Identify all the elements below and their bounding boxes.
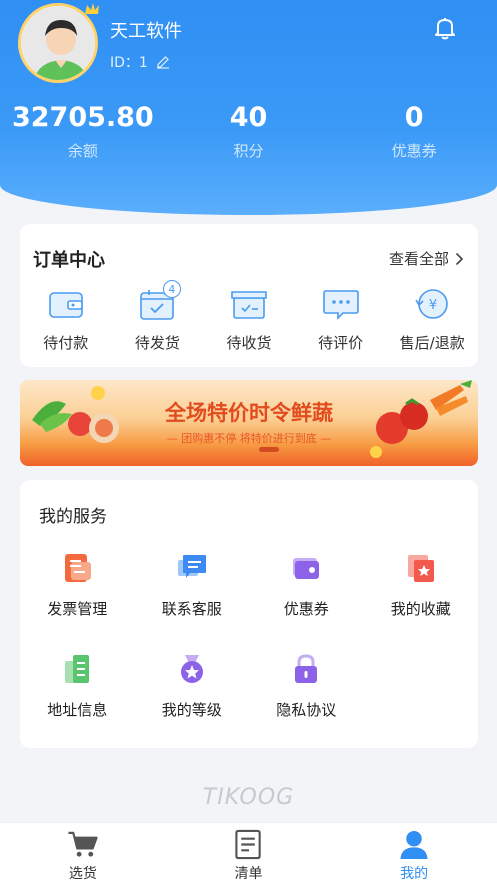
user-id-text: ID：1 — [110, 55, 148, 71]
order-pending-shipment-label: 待发货 — [134, 334, 180, 352]
balance-value: 32705.80 — [11, 102, 154, 133]
box-icon — [231, 291, 267, 319]
tab-list[interactable]: 清单 — [166, 823, 332, 883]
points-label: 积分 — [233, 142, 264, 160]
cart-icon — [68, 831, 98, 857]
favorite-icon — [407, 555, 434, 582]
order-pending-payment[interactable]: 待付款 — [20, 286, 112, 353]
service-invoice[interactable]: 发票管理 — [20, 552, 135, 619]
tab-list-label: 清单 — [234, 866, 263, 882]
wallet-icon — [48, 292, 83, 318]
address-icon — [65, 655, 90, 683]
user-icon — [400, 830, 428, 860]
see-all-label: 查看全部 — [388, 250, 449, 268]
list-icon — [234, 829, 261, 860]
banner-title: 全场特价时令鲜蔬 — [165, 401, 333, 425]
refund-icon: ¥ — [415, 289, 448, 319]
edit-icon[interactable] — [156, 55, 170, 69]
user-id: ID：1 — [110, 52, 170, 72]
crown-icon — [85, 3, 99, 14]
tab-shop-label: 选货 — [68, 866, 97, 882]
tab-shop[interactable]: 选货 — [0, 823, 166, 883]
service-coupons-label: 优惠券 — [283, 600, 329, 618]
coupon-value: 0 — [404, 102, 424, 133]
my-services-card: 我的服务 发票管理 联系客服 优惠券 我的收藏 地址信息 我的等级 隐私协议 — [20, 480, 478, 748]
user-name: 天工软件 — [110, 21, 182, 42]
order-center-card: 订单中心 查看全部 待付款 4 待发货 待收货 待评价 ¥ 售后/退款 — [20, 224, 478, 367]
balance-label: 余额 — [67, 142, 98, 160]
account-stats: 32705.80 余额 40 积分 0 优惠券 — [0, 100, 497, 161]
service-customer-support[interactable]: 联系客服 — [135, 552, 250, 619]
my-services-title: 我的服务 — [39, 507, 107, 527]
order-pending-review[interactable]: 待评价 — [295, 286, 387, 353]
invoice-icon — [65, 554, 92, 582]
service-coupons[interactable]: 优惠券 — [249, 552, 364, 619]
service-address-label: 地址信息 — [47, 701, 108, 719]
promo-banner[interactable]: 全场特价时令鲜蔬 — 团购惠不停 将特价进行到底 — — [20, 380, 478, 466]
service-favorites-label: 我的收藏 — [390, 600, 451, 618]
chat-icon — [322, 290, 359, 320]
privacy-lock-icon — [295, 654, 318, 683]
bottom-tab-bar: 选货 清单 我的 — [0, 822, 497, 883]
svg-text:¥: ¥ — [429, 298, 437, 313]
service-level[interactable]: 我的等级 — [135, 653, 250, 720]
notification-bell-icon[interactable] — [432, 15, 458, 41]
service-privacy[interactable]: 隐私协议 — [249, 653, 364, 720]
order-pending-payment-label: 待付款 — [43, 334, 89, 352]
customer-service-icon — [177, 555, 206, 578]
service-customer-support-label: 联系客服 — [161, 600, 222, 618]
order-center-title: 订单中心 — [33, 250, 105, 271]
service-privacy-label: 隐私协议 — [276, 701, 337, 719]
tab-profile-label: 我的 — [400, 866, 429, 882]
points-stat[interactable]: 40 积分 — [166, 100, 332, 161]
chevron-right-icon — [455, 252, 464, 265]
see-all-orders-link[interactable]: 查看全部 — [389, 248, 464, 269]
points-value: 40 — [229, 102, 268, 133]
banner-subtitle: — 团购惠不停 将特价进行到底 — — [166, 432, 332, 445]
order-pending-review-label: 待评价 — [318, 334, 364, 352]
service-favorites[interactable]: 我的收藏 — [364, 552, 479, 619]
coupon-label: 优惠券 — [391, 142, 437, 160]
service-level-label: 我的等级 — [161, 701, 222, 719]
order-pending-receipt[interactable]: 待收货 — [203, 286, 295, 353]
tab-profile[interactable]: 我的 — [331, 823, 497, 883]
banner-indicator — [259, 447, 279, 452]
brand-watermark: TIKOOG — [202, 785, 295, 810]
order-pending-shipment[interactable]: 4 待发货 — [112, 280, 204, 353]
service-address[interactable]: 地址信息 — [20, 653, 135, 720]
coupon-icon — [293, 558, 320, 579]
order-refund[interactable]: ¥ 售后/退款 — [386, 286, 478, 353]
order-pending-receipt-label: 待收货 — [226, 334, 272, 352]
coupon-stat[interactable]: 0 优惠券 — [331, 100, 497, 161]
balance-stat[interactable]: 32705.80 余额 — [0, 100, 166, 161]
level-medal-icon — [180, 655, 203, 683]
service-invoice-label: 发票管理 — [47, 600, 108, 618]
order-refund-label: 售后/退款 — [399, 334, 465, 352]
pending-shipment-badge: 4 — [162, 280, 181, 298]
